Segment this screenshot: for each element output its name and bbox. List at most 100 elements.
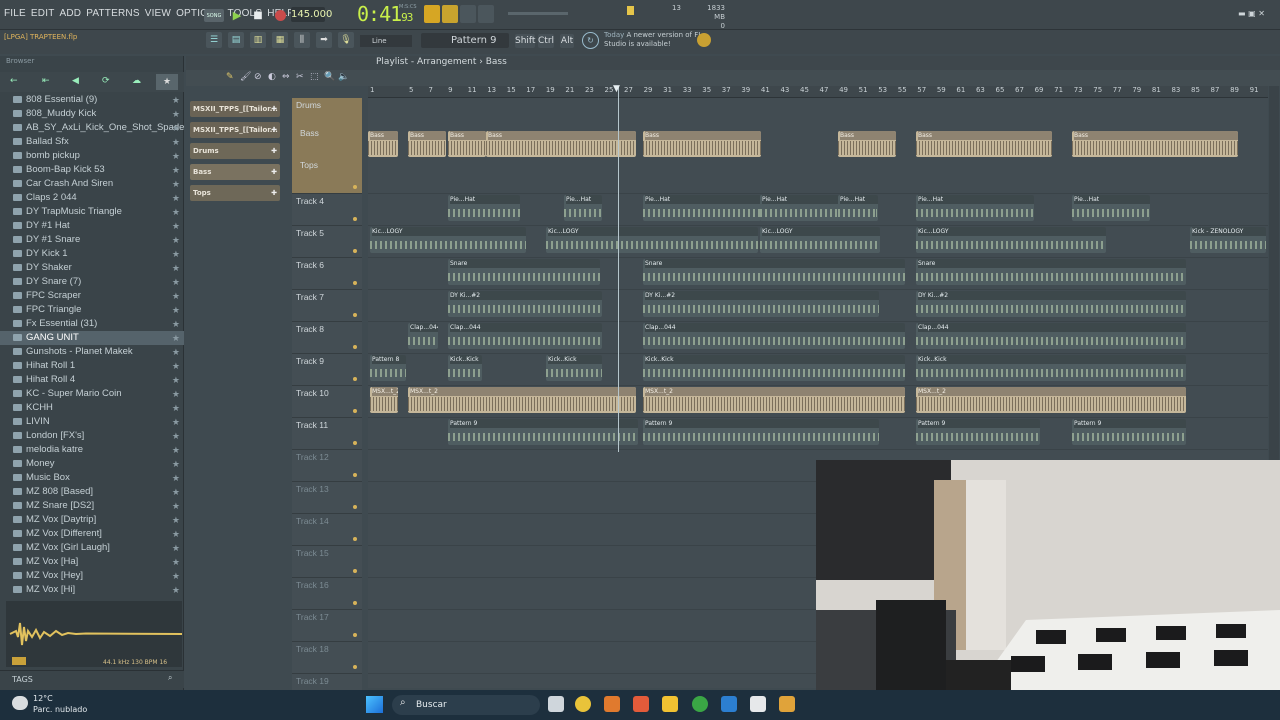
playlist-clip[interactable]: Clap...044 <box>448 323 602 349</box>
star-icon[interactable]: ★ <box>172 219 180 233</box>
file-explorer-icon[interactable] <box>662 696 678 712</box>
playlist-clip[interactable]: Kick..Kick <box>448 355 482 381</box>
browser-item[interactable]: 808 Essential (9) ★ <box>0 93 184 107</box>
browser-item[interactable]: MZ Vox [Ha] ★ <box>0 555 184 569</box>
playlist-clip[interactable]: Kic...LOGY <box>916 227 1106 253</box>
track-header[interactable]: Track 5 <box>292 226 362 258</box>
track-header[interactable]: Track 8 <box>292 322 362 354</box>
star-icon[interactable]: ★ <box>172 121 180 135</box>
snap-selector[interactable]: Line <box>360 35 412 47</box>
browser-item[interactable]: Claps 2 044 ★ <box>0 191 184 205</box>
track-header[interactable]: Track 14 <box>292 514 362 546</box>
star-icon[interactable]: ★ <box>172 555 180 569</box>
browser-item[interactable]: Fx Essential (31) ★ <box>0 317 184 331</box>
star-icon[interactable]: ★ <box>172 275 180 289</box>
close-icon[interactable]: ✕ <box>1258 9 1265 18</box>
search-icon[interactable]: ⌕ <box>168 673 172 683</box>
piano-roll-icon[interactable]: ▤ <box>228 32 244 48</box>
playlist-clip[interactable]: Pie...Hat <box>643 195 761 221</box>
playlist-clip[interactable]: Kic...LOGY <box>546 227 758 253</box>
track-header[interactable]: Track 9 <box>292 354 362 386</box>
browser-item[interactable]: LIVIN ★ <box>0 415 184 429</box>
star-icon[interactable]: ★ <box>172 177 180 191</box>
master-pitch-slider[interactable] <box>508 12 568 15</box>
playhead-marker-icon[interactable]: ▼ <box>613 84 620 94</box>
track-header[interactable]: Track 18 <box>292 642 362 674</box>
track-header[interactable]: Track 12 <box>292 450 362 482</box>
star-icon[interactable]: ★ <box>172 359 180 373</box>
shift-key-button[interactable]: Shift <box>515 34 535 48</box>
playlist-icon[interactable]: ☰ <box>206 32 222 48</box>
fl-studio-icon[interactable] <box>779 696 795 712</box>
stop-icon[interactable]: ■ <box>250 7 266 23</box>
add-icon[interactable]: ✚ <box>271 185 277 201</box>
track-header[interactable]: Track 15 <box>292 546 362 578</box>
playlist-clip[interactable]: MSX...t_2 <box>643 387 905 413</box>
star-icon[interactable]: ★ <box>172 303 180 317</box>
playlist-clip[interactable]: MSX...t_2 <box>370 387 398 413</box>
start-icon[interactable] <box>366 696 383 713</box>
browser-item[interactable]: DY Shaker ★ <box>0 261 184 275</box>
track-header[interactable]: Track 7 <box>292 290 362 322</box>
star-icon[interactable]: ★ <box>172 373 180 387</box>
track-header[interactable]: Track 10 <box>292 386 362 418</box>
playhead[interactable] <box>618 86 619 452</box>
playlist-clip[interactable]: DY Ki...#2 <box>448 291 602 317</box>
browser-item[interactable]: MZ Vox [Hi] ★ <box>0 583 184 597</box>
star-icon[interactable]: ★ <box>172 471 180 485</box>
playlist-crumb[interactable]: Bass <box>486 57 507 67</box>
star-icon[interactable]: ★ <box>172 583 180 597</box>
star-icon[interactable]: ★ <box>172 93 180 107</box>
star-icon[interactable]: ★ <box>172 485 180 499</box>
mute-icon[interactable]: ◐ <box>268 72 276 82</box>
playlist-clip[interactable]: Kic...LOGY <box>760 227 880 253</box>
browser-item[interactable]: Music Box ★ <box>0 471 184 485</box>
cloud-icon[interactable]: ☁ <box>132 76 141 86</box>
track-header[interactable]: Track 17 <box>292 610 362 642</box>
track-led-icon[interactable] <box>353 313 357 317</box>
playlist-clip[interactable]: Kic...LOGY <box>370 227 526 253</box>
song-mode-toggle[interactable]: SONG <box>204 9 224 22</box>
track-led-icon[interactable] <box>353 377 357 381</box>
playlist-clip[interactable]: Bass <box>643 131 761 157</box>
track-led-icon[interactable] <box>353 409 357 413</box>
mixer-icon[interactable]: ⫼ <box>294 32 310 48</box>
star-icon[interactable]: ★ <box>172 569 180 583</box>
star-icon[interactable]: ★ <box>172 247 180 261</box>
browser-item[interactable]: London [FX's] ★ <box>0 429 184 443</box>
collapse-icon[interactable]: ⇤ <box>42 76 50 86</box>
add-icon[interactable]: ✚ <box>271 122 277 138</box>
picker-clip-1[interactable]: MSXII_TPPS_[[Tailor... ✚ <box>190 101 280 117</box>
zoom-icon[interactable]: 🔍 <box>324 72 335 82</box>
slice-icon[interactable]: ✂ <box>296 72 304 82</box>
star-icon[interactable]: ★ <box>172 457 180 471</box>
playlist-clip[interactable]: Kick..Kick <box>643 355 905 381</box>
minimize-icon[interactable]: ▬ <box>1238 9 1246 18</box>
track-led-icon[interactable] <box>353 185 357 189</box>
weather-icon[interactable] <box>12 696 28 710</box>
playlist-clip[interactable]: Bass <box>838 131 896 157</box>
browser-item[interactable]: DY #1 Snare ★ <box>0 233 184 247</box>
sample-preview[interactable] <box>6 601 183 667</box>
track-led-icon[interactable] <box>353 665 357 669</box>
browser-item[interactable]: Ballad Sfx ★ <box>0 135 184 149</box>
track-led-icon[interactable] <box>353 537 357 541</box>
browser-item[interactable]: DY Snare (7) ★ <box>0 275 184 289</box>
track-led-icon[interactable] <box>353 441 357 445</box>
taskbar-search[interactable]: Buscar <box>392 695 540 715</box>
play-preview-icon[interactable] <box>12 657 26 665</box>
track-led-icon[interactable] <box>353 249 357 253</box>
paint-icon[interactable]: 🖌 <box>240 72 251 82</box>
select-icon[interactable]: ⬚ <box>310 72 319 82</box>
track-led-icon[interactable] <box>353 569 357 573</box>
star-icon[interactable]: ★ <box>172 107 180 121</box>
browser-item[interactable]: MZ Vox [Daytrip] ★ <box>0 513 184 527</box>
star-icon[interactable]: ★ <box>172 429 180 443</box>
channel-rack-icon[interactable]: ▥ <box>250 32 266 48</box>
track-header[interactable]: Track 13 <box>292 482 362 514</box>
star-icon[interactable]: ★ <box>172 541 180 555</box>
add-icon[interactable]: ✚ <box>271 101 277 117</box>
track-led-icon[interactable] <box>353 281 357 285</box>
browser-item[interactable]: KC - Super Mario Coin ★ <box>0 387 184 401</box>
playlist-clip[interactable]: DY Ki...#2 <box>916 291 1186 317</box>
